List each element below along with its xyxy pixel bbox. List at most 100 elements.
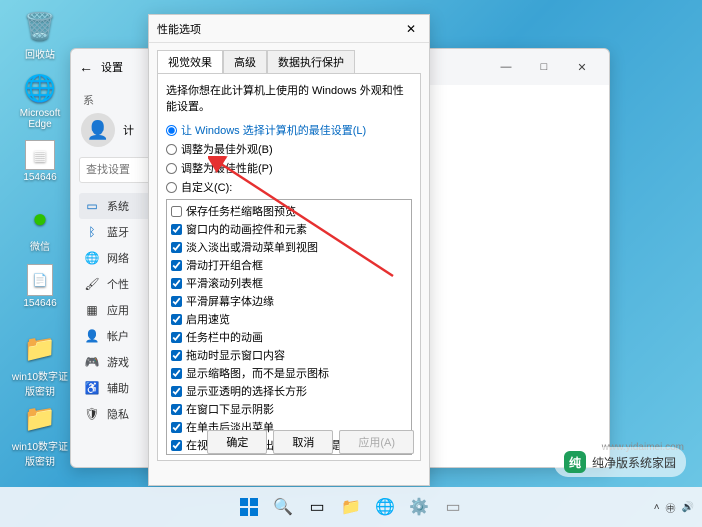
apps-icon: ▦ [85,303,99,317]
taskbar-search-icon[interactable]: 🔍 [269,493,297,521]
check-label: 滑动打开组合框 [186,257,263,273]
check-item[interactable]: 淡入淡出或滑动菜单到视图 [169,238,409,256]
taskbar-settings-icon[interactable]: ⚙️ [405,493,433,521]
check-item[interactable]: 在窗口下显示阴影 [169,400,409,418]
back-button[interactable]: ← [79,59,93,75]
check-item[interactable]: 任务栏中的动画 [169,328,409,346]
apply-button[interactable]: 应用(A) [339,430,414,454]
desktop-text-file[interactable]: 📄 154646 [10,264,70,309]
check-label: 启用速览 [186,311,230,327]
check-item[interactable]: 滑动打开组合框 [169,256,409,274]
performance-options-dialog: 性能选项 ✕ 视觉效果 高级 数据执行保护 选择你想在此计算机上使用的 Wind… [148,14,430,486]
tab-dep[interactable]: 数据执行保护 [267,50,355,74]
tab-visual-effects[interactable]: 视觉效果 [157,50,223,74]
desktop-folder-2[interactable]: 📁win10数字证版密钥 [10,400,70,468]
watermark-badge: 纯 纯净版系统家园 [554,447,686,477]
check-item[interactable]: 显示缩略图，而不是显示图标 [169,364,409,382]
label: 调整为最佳性能(P) [181,160,273,176]
tab-advanced[interactable]: 高级 [223,50,267,74]
desktop-file-1[interactable]: ▦154646 [10,140,70,183]
bluetooth-icon: ᛒ [85,225,99,239]
label: win10数字证 [12,372,68,383]
perf-close-button[interactable]: ✕ [401,22,421,36]
label: 154646 [23,298,56,309]
check-label: 淡入淡出或滑动菜单到视图 [186,239,318,255]
folder-icon: 📁 [22,400,58,436]
checkbox[interactable] [171,368,182,379]
tray-ime-icon[interactable]: ㊥ [666,500,676,515]
label: 调整为最佳外观(B) [181,141,273,157]
checkbox[interactable] [171,224,182,235]
accessibility-icon: ♿ [85,381,99,395]
label: 帐户 [107,328,129,344]
start-button[interactable] [235,493,263,521]
desktop-folder-1[interactable]: 📁win10数字证版密钥 [10,330,70,398]
label: Microsoft Edge [20,108,61,130]
watermark-text: 纯净版系统家园 [592,454,676,471]
desktop-recycle-bin[interactable]: 🗑️回收站 [10,8,70,61]
label: 系统 [107,198,129,214]
check-item[interactable]: 在鼠标指针下显示阴影 [169,454,409,455]
label: 微信 [30,242,50,253]
label: 蓝牙 [107,224,129,240]
text-file-icon: 📄 [27,264,53,296]
label: 个性 [107,276,129,292]
check-item[interactable]: 显示亚透明的选择长方形 [169,382,409,400]
check-item[interactable]: 拖动时显示窗口内容 [169,346,409,364]
label: 游戏 [107,354,129,370]
checkbox[interactable] [171,350,182,361]
taskbar-edge-icon[interactable]: 🌐 [371,493,399,521]
checkbox[interactable] [171,404,182,415]
tray-chevron-icon[interactable]: ˄ [654,502,660,513]
desktop-wechat[interactable]: ● 微信 [10,200,70,253]
shield-icon: 🛡 [85,407,99,421]
radio-let-windows-choose[interactable]: 让 Windows 选择计算机的最佳设置(L) [166,122,412,138]
taskbar[interactable]: 🔍 ▭ 📁 🌐 ⚙️ ▭ ˄ ㊥ 🔊 [0,487,702,527]
label: 自定义(C): [181,179,232,195]
checkbox[interactable] [171,206,182,217]
maximize-button[interactable]: □ [525,53,563,81]
checkbox[interactable] [171,440,182,451]
tray-volume-icon[interactable]: 🔊 [682,502,694,513]
system-tray[interactable]: ˄ ㊥ 🔊 [654,500,694,515]
network-icon: 🌐 [85,251,99,265]
perf-titlebar: 性能选项 ✕ [149,15,429,43]
label2: 版密钥 [25,457,55,468]
checkbox[interactable] [171,314,182,325]
checkbox[interactable] [171,242,182,253]
taskbar-explorer-icon[interactable]: 📁 [337,493,365,521]
check-label: 任务栏中的动画 [186,329,263,345]
wechat-icon: ● [22,200,58,236]
checkbox[interactable] [171,332,182,343]
check-item[interactable]: 保存任务栏缩略图预览 [169,202,409,220]
minimize-button[interactable]: — [487,53,525,81]
checkbox[interactable] [171,260,182,271]
checkbox[interactable] [171,386,182,397]
taskbar-app-icon[interactable]: ▭ [439,493,467,521]
label2: 版密钥 [25,387,55,398]
check-label: 平滑屏幕字体边缘 [186,293,274,309]
computer-label: 计 [123,122,134,138]
radio-custom[interactable]: 自定义(C): [166,179,412,195]
ok-button[interactable]: 确定 [207,430,267,454]
check-item[interactable]: 窗口内的动画控件和元素 [169,220,409,238]
label: 辅助 [107,380,129,396]
check-label: 在窗口下显示阴影 [186,401,274,417]
desktop-edge[interactable]: 🌐Microsoft Edge [10,70,70,130]
radio-best-appearance[interactable]: 调整为最佳外观(B) [166,141,412,157]
taskbar-taskview-icon[interactable]: ▭ [303,493,331,521]
label: 隐私 [107,406,129,422]
check-item[interactable]: 平滑屏幕字体边缘 [169,292,409,310]
check-label: 保存任务栏缩略图预览 [186,203,296,219]
check-label: 显示缩略图，而不是显示图标 [186,365,329,381]
radio-best-performance[interactable]: 调整为最佳性能(P) [166,160,412,176]
brush-icon: 🖌 [85,277,99,291]
close-button[interactable]: ✕ [563,53,601,81]
check-item[interactable]: 平滑滚动列表框 [169,274,409,292]
checkbox[interactable] [171,296,182,307]
check-item[interactable]: 启用速览 [169,310,409,328]
cancel-button[interactable]: 取消 [273,430,333,454]
checkbox[interactable] [171,278,182,289]
visual-effects-checklist[interactable]: 保存任务栏缩略图预览窗口内的动画控件和元素淡入淡出或滑动菜单到视图滑动打开组合框… [166,199,412,455]
checkbox[interactable] [171,422,182,433]
